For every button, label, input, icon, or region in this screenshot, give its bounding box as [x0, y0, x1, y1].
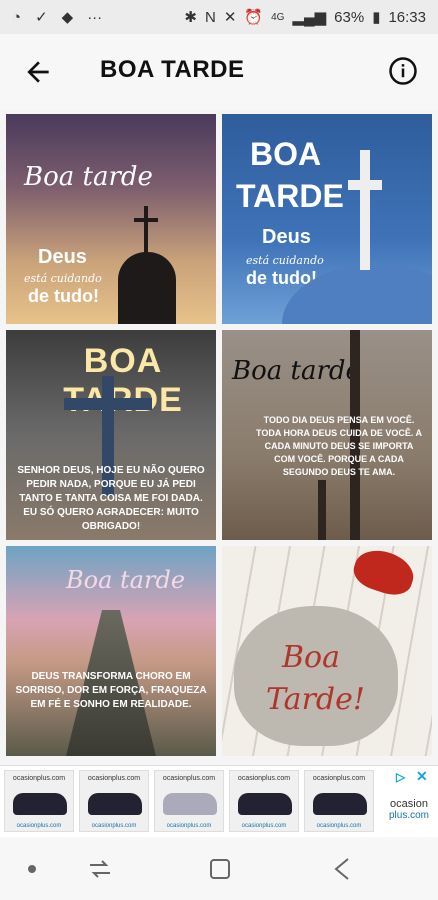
system-nav-bar [0, 837, 438, 900]
tile-heading: TARDE [236, 178, 344, 214]
dot-icon[interactable] [18, 855, 46, 883]
ad-logo-line: plus.com [388, 810, 429, 821]
raised-hand [318, 480, 326, 540]
ad-brand: ocasionplus.com [312, 775, 366, 782]
cross-silhouette-bar [134, 218, 158, 222]
ad-banner[interactable]: ocasionplus.com ocasionplus.com ocasionp… [0, 765, 438, 837]
ad-thumbnail[interactable]: ocasionplus.com ocasionplus.com [4, 770, 74, 832]
image-tile-4[interactable]: Boa tarde TODO DIA DEUS PENSA EM VOCÊ. T… [222, 330, 432, 540]
more-icon: ··· [87, 8, 103, 26]
back-arrow-icon[interactable] [22, 56, 54, 88]
ad-logo-line: ocasion [390, 798, 428, 810]
tile-heading: Boa tarde [24, 162, 153, 192]
tile-line: Boa [282, 640, 340, 675]
mute-icon: ✕ [223, 9, 237, 26]
info-icon[interactable] [388, 56, 418, 86]
ad-url: ocasionplus.com [241, 823, 287, 829]
check-icon: ✓ [35, 9, 48, 26]
battery-percent: 63% [334, 8, 365, 26]
signal-icon: ▂▄▆ [292, 9, 327, 26]
clock: 16:33 [388, 8, 426, 26]
page-title: BOA TARDE [100, 56, 245, 83]
ad-thumbnail[interactable]: ocasionplus.com ocasionplus.com [304, 770, 374, 832]
image-tile-6[interactable]: Boa Tarde! [222, 546, 432, 756]
car-image [88, 793, 142, 815]
back-icon[interactable] [328, 855, 356, 883]
cross-shape-bar [348, 180, 382, 190]
image-tile-3[interactable]: BOA TARDE SENHOR DEUS, HOJE EU NÃO QUERO… [6, 330, 216, 540]
tile-body: SENHOR DEUS, HOJE EU NÃO QUERO PEDIR NAD… [17, 465, 205, 532]
tile-line: Deus [262, 226, 311, 248]
tile-line: Deus [38, 246, 87, 268]
status-bar: ◔ ✓ ◆ ··· ✱ N ✕ ⏰ 4G ▂▄▆ 63% ▮ 16:33 [0, 0, 438, 34]
tile-line: está cuidando [246, 254, 324, 267]
ad-brand: ocasionplus.com [162, 775, 216, 782]
image-tile-5[interactable]: Boa tarde DEUS TRANSFORMA CHORO EM SORRI… [6, 546, 216, 756]
cross-shape-bar [64, 398, 152, 410]
tile-heading: BOA [250, 136, 322, 172]
car-image [238, 793, 292, 815]
bluetooth-icon: ✱ [184, 9, 197, 26]
tile-body: TODO DIA DEUS PENSA EM VOCÊ. TODA HORA D… [256, 415, 423, 477]
ad-brand: ocasionplus.com [87, 775, 141, 782]
tile-body: DEUS TRANSFORMA CHORO EM SORRISO, DOR EM… [15, 671, 207, 710]
recent-apps-icon[interactable] [86, 855, 114, 883]
nfc-icon: N [205, 8, 216, 26]
close-icon[interactable]: ✕ [416, 768, 432, 784]
home-icon[interactable] [206, 855, 234, 883]
car-image [13, 793, 67, 815]
tile-heading: Boa tarde [66, 566, 186, 594]
ad-brand: ocasionplus.com [12, 775, 66, 782]
chapel-silhouette [118, 252, 176, 324]
ad-logo: ocasion plus.com [384, 798, 434, 822]
network-label: 4G [271, 11, 285, 23]
tile-line: está cuidando [24, 272, 102, 285]
image-tile-2[interactable]: BOA TARDE Deus está cuidando de tudo! [222, 114, 432, 324]
battery-icon: ▮ [372, 9, 381, 26]
tile-line: Tarde! [266, 682, 365, 717]
dropbox-icon: ◆ [61, 9, 74, 26]
car-image [313, 793, 367, 815]
cross-shape [360, 150, 370, 270]
image-tile-1[interactable]: Boa tarde Deus está cuidando de tudo! [6, 114, 216, 324]
ad-thumbnail[interactable]: ocasionplus.com ocasionplus.com [229, 770, 299, 832]
alarm-icon: ⏰ [244, 9, 264, 26]
ad-url: ocasionplus.com [166, 823, 212, 829]
ad-url: ocasionplus.com [16, 823, 62, 829]
ad-brand: ocasionplus.com [237, 775, 291, 782]
pie-icon: ◔ [12, 8, 22, 26]
ad-thumbnail[interactable]: ocasionplus.com ocasionplus.com [154, 770, 224, 832]
app-bar: BOA TARDE [0, 34, 438, 110]
tile-heading: Boa tarde [232, 356, 361, 386]
tile-line: de tudo! [28, 286, 99, 306]
stone-heart [234, 606, 398, 746]
ad-thumbnail[interactable]: ocasionplus.com ocasionplus.com [79, 770, 149, 832]
car-image [163, 793, 217, 815]
ad-url: ocasionplus.com [316, 823, 362, 829]
cross-silhouette [144, 206, 148, 254]
ad-url: ocasionplus.com [91, 823, 137, 829]
adchoices-icon[interactable]: ▷ [396, 770, 410, 784]
